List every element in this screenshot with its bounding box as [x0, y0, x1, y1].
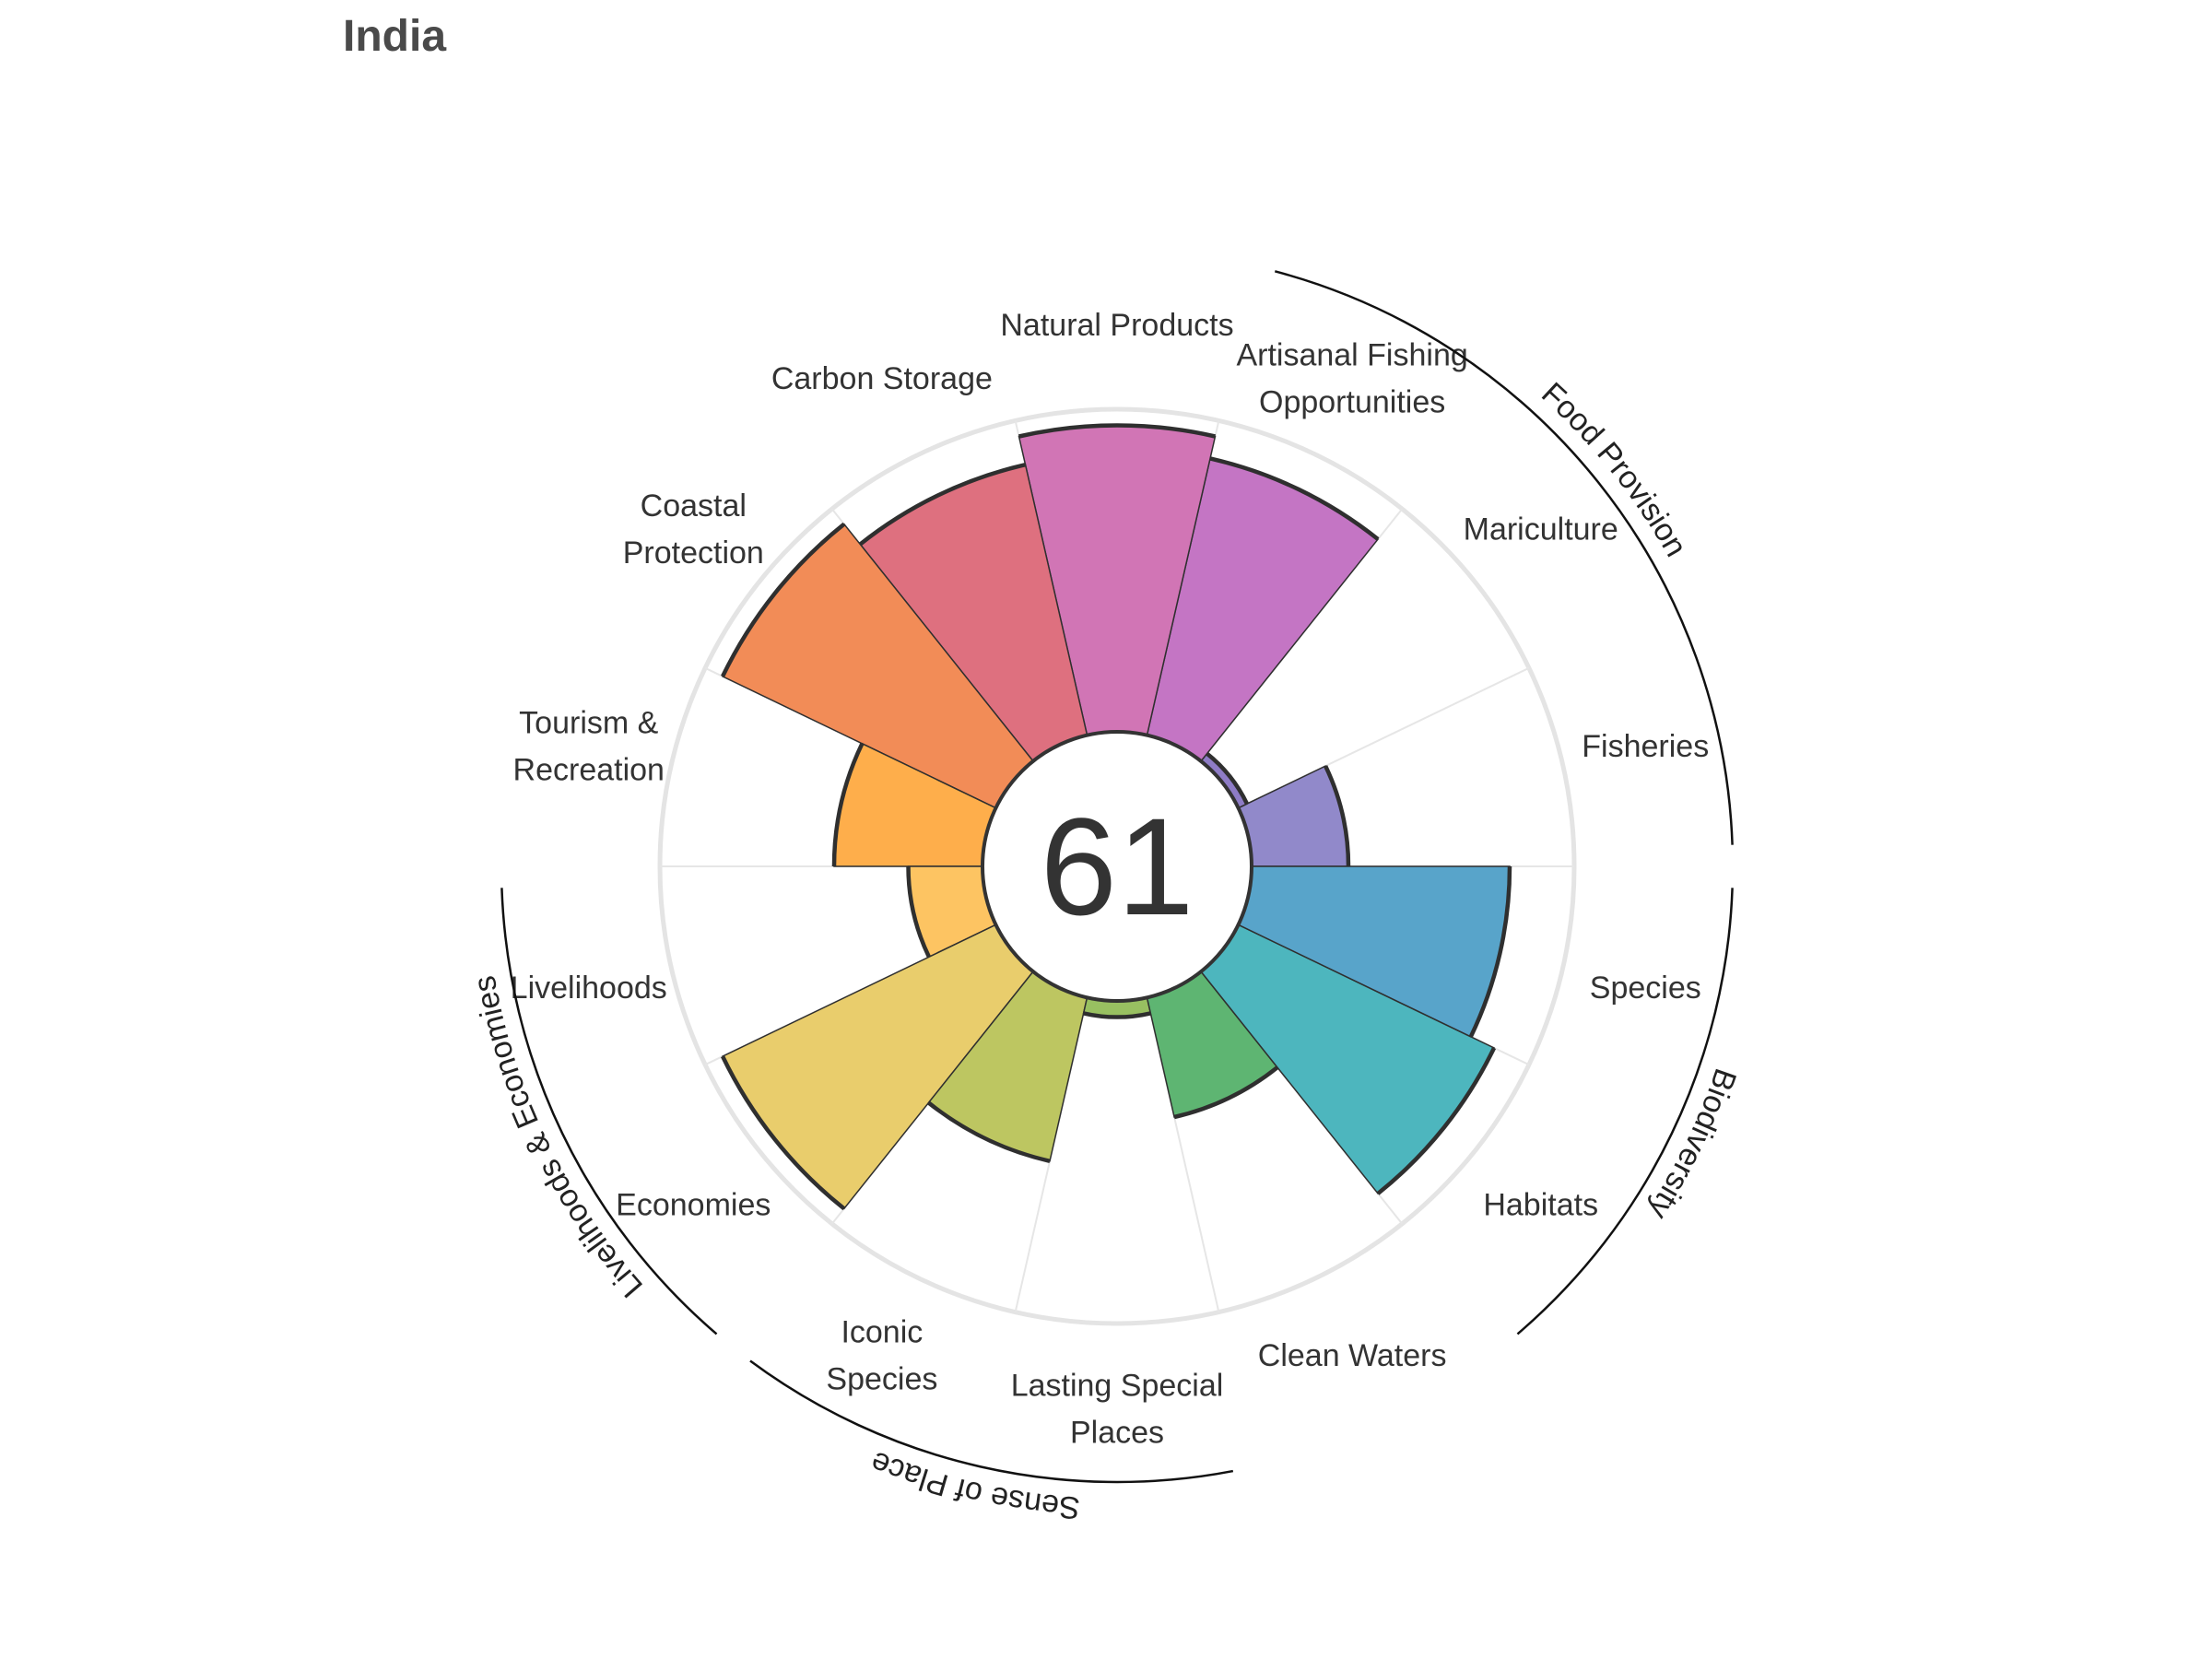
goal-label-natural_products: Natural Products	[1000, 308, 1233, 343]
goal-label-habitats: Habitats	[1483, 1188, 1598, 1223]
goal-label-tourism: Tourism & Recreation	[513, 706, 665, 788]
goal-label-species: Species	[1590, 971, 1701, 1006]
goal-label-mariculture: Mariculture	[1464, 512, 1618, 547]
flower-chart: 61 Fisheries Mariculture Artisanal Fishing…	[467, 270, 1743, 1525]
goal-label-artisanal: Artisanal Fishing Opportunities	[1236, 338, 1467, 420]
overall-score: 61	[1041, 789, 1194, 944]
goal-label-coastal: Coastal Protection	[623, 488, 764, 571]
goal-label-livelihoods: Livelihoods	[511, 971, 667, 1006]
group-label-2: Sense of Place	[865, 1444, 1081, 1525]
goal-label-lasting: Lasting Special Places	[1011, 1369, 1224, 1451]
center-layer: 61	[981, 730, 1253, 1003]
group-label-3: Livelihoods & Economies	[467, 973, 650, 1304]
goal-label-carbon: Carbon Storage	[771, 361, 993, 396]
goal-label-clean_waters: Clean Waters	[1258, 1338, 1447, 1373]
goal-label-iconic: Iconic Species	[826, 1314, 937, 1396]
goal-label-fisheries: Fisheries	[1582, 729, 1709, 764]
goal-label-economies: Economies	[616, 1188, 771, 1223]
